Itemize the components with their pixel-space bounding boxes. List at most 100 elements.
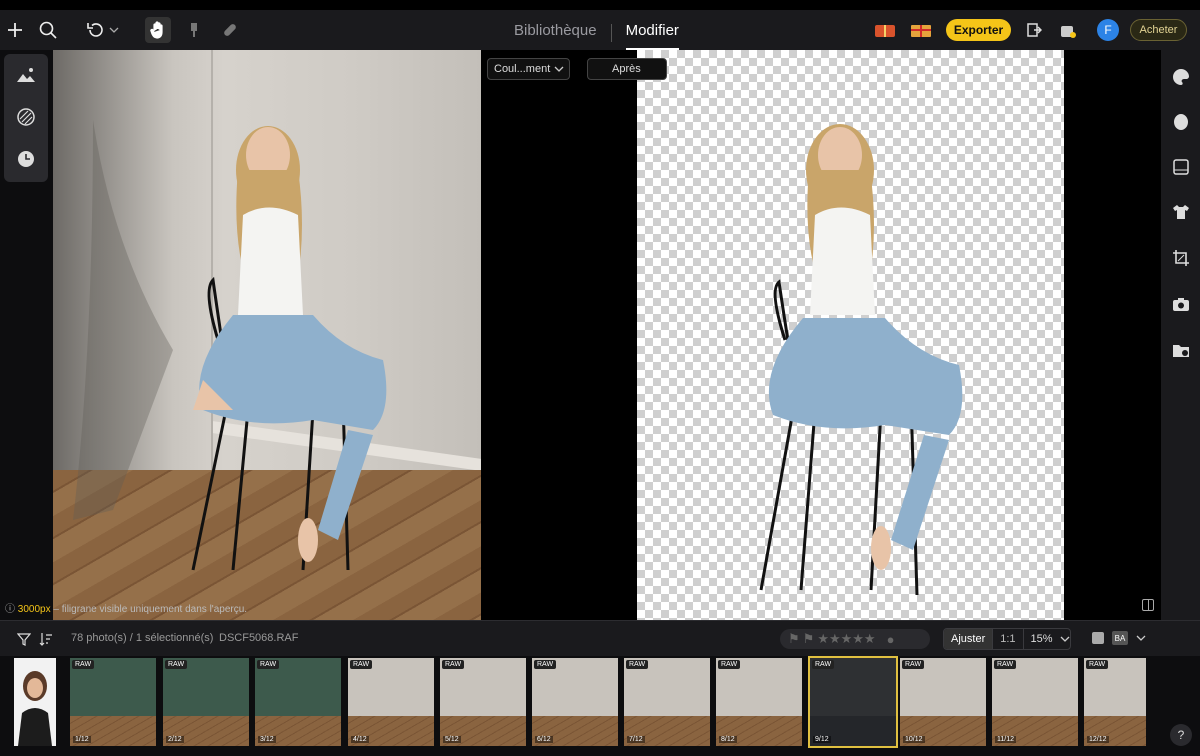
model-subject-cutout: [759, 124, 963, 596]
thumb-index: 1/12: [73, 736, 91, 743]
filmstrip-toolbar: 78 photo(s) / 1 sélectionné(s) DSCF5068.…: [0, 620, 1200, 656]
raw-badge: RAW: [72, 660, 95, 669]
thumb-index: 12/12: [1087, 736, 1109, 743]
plugin-icon[interactable]: [1055, 17, 1081, 43]
landscape-tool[interactable]: [4, 54, 48, 96]
tab-library[interactable]: Bibliothèque: [504, 20, 607, 44]
thumbnail[interactable]: RAW 5/12: [440, 658, 526, 746]
thumbnail[interactable]: RAW 12/12: [1084, 658, 1146, 746]
color-label-icon[interactable]: ●: [887, 632, 895, 647]
chevron-down-icon[interactable]: [1136, 635, 1146, 641]
crop-icon[interactable]: [1170, 247, 1192, 269]
brush-tool-icon[interactable]: [181, 17, 207, 43]
mode-tabs: Bibliothèque Modifier: [504, 20, 689, 50]
flag-icon[interactable]: ⚑: [788, 631, 800, 647]
present-icon[interactable]: [908, 17, 934, 43]
buy-button[interactable]: Acheter: [1130, 19, 1187, 41]
folder-eye-icon[interactable]: [1170, 339, 1192, 361]
share-icon[interactable]: [1021, 17, 1047, 43]
zoom-1-1-button[interactable]: 1:1: [992, 629, 1024, 649]
thumb-index: 6/12: [535, 736, 553, 743]
avatar[interactable]: F: [1097, 19, 1119, 41]
raw-badge: RAW: [718, 660, 741, 669]
info-icon: ⓘ: [5, 604, 15, 615]
raw-badge: RAW: [350, 660, 373, 669]
raw-badge: RAW: [812, 660, 835, 669]
image-canvas[interactable]: [53, 50, 1161, 620]
thumbnail[interactable]: RAW 10/12: [900, 658, 986, 746]
thumbnail[interactable]: RAW 8/12: [716, 658, 802, 746]
raw-badge: RAW: [442, 660, 465, 669]
model-subject: [73, 120, 387, 571]
view-mode-label: Coul...ment: [494, 63, 551, 75]
raw-badge: RAW: [626, 660, 649, 669]
filmstrip: RAW 1/12 RAW 2/12 RAW 3/12 RAW 4/12 RAW …: [0, 656, 1200, 756]
star-rating[interactable]: ★★★★★: [817, 631, 875, 647]
zoom-fit-button[interactable]: Ajuster: [944, 629, 993, 649]
export-button[interactable]: Exporter: [946, 19, 1011, 41]
help-button[interactable]: ?: [1170, 724, 1192, 746]
raw-badge: RAW: [534, 660, 557, 669]
filter-icon[interactable]: [17, 632, 31, 646]
thumbnail[interactable]: RAW 7/12: [624, 658, 710, 746]
raw-badge: RAW: [902, 660, 925, 669]
clock-icon: [18, 151, 34, 167]
export-resolution: 3000px: [17, 604, 51, 615]
thumbnail-selected[interactable]: RAW 9/12: [808, 656, 898, 748]
thumb-index: 10/12: [903, 736, 925, 743]
split-view-icon[interactable]: [1142, 599, 1154, 611]
thumbnail[interactable]: RAW 3/12: [255, 658, 341, 746]
texture-tool[interactable]: [4, 96, 48, 138]
chevron-down-icon: [554, 66, 564, 72]
view-mode-select[interactable]: Coul...ment: [487, 58, 570, 80]
before-after-view-button[interactable]: BA: [1112, 631, 1128, 645]
bandage-tool-icon[interactable]: [217, 17, 243, 43]
left-tool-panel: [4, 54, 48, 182]
thumbnail[interactable]: RAW 6/12: [532, 658, 618, 746]
raw-badge: RAW: [257, 660, 280, 669]
photo-count: 78 photo(s) / 1 sélectionné(s): [71, 632, 214, 644]
right-tool-panel: [1161, 50, 1200, 620]
rating-flags: ⚑ ⚑ ★★★★★ ●: [780, 629, 930, 649]
thumb-index: 11/12: [995, 736, 1016, 743]
face-icon[interactable]: [1170, 111, 1192, 133]
thumbnail[interactable]: RAW 2/12: [163, 658, 249, 746]
after-photo: [637, 50, 1064, 620]
thumbnail[interactable]: [14, 658, 56, 746]
zoom-percent-select[interactable]: 15%: [1024, 629, 1060, 649]
gift-icon[interactable]: [872, 17, 898, 43]
hand-tool-icon[interactable]: [145, 17, 171, 43]
thumbnail[interactable]: RAW 4/12: [348, 658, 434, 746]
single-view-icon[interactable]: [1092, 632, 1104, 644]
history-tool[interactable]: [4, 138, 48, 180]
shirt-icon[interactable]: [1170, 201, 1192, 223]
thumb-index: 3/12: [258, 736, 276, 743]
texture-icon: [17, 108, 35, 126]
search-icon[interactable]: [35, 17, 61, 43]
camera-icon[interactable]: [1170, 293, 1192, 315]
before-photo: [53, 50, 481, 620]
chevron-down-icon[interactable]: [1060, 636, 1070, 642]
thumbnail[interactable]: RAW 11/12: [992, 658, 1078, 746]
raw-badge: RAW: [994, 660, 1017, 669]
reject-flag-icon[interactable]: ⚑: [803, 631, 815, 647]
thumb-index: 8/12: [719, 736, 737, 743]
tab-edit[interactable]: Modifier: [616, 20, 689, 50]
watermark-note-text: – filigrane visible uniquement dans l'ap…: [50, 604, 248, 615]
raw-badge: RAW: [165, 660, 188, 669]
palette-icon[interactable]: [1170, 66, 1192, 88]
add-icon[interactable]: [2, 17, 28, 43]
thumb-index: 5/12: [443, 736, 461, 743]
tab-divider: [610, 24, 612, 42]
chevron-down-icon[interactable]: [106, 17, 122, 43]
undo-icon[interactable]: [82, 17, 108, 43]
thumbnail[interactable]: RAW 1/12: [70, 658, 156, 746]
thumb-index: 7/12: [627, 736, 645, 743]
thumb-index: 4/12: [351, 736, 369, 743]
top-toolbar: Bibliothèque Modifier Exporter F Acheter: [0, 0, 1200, 50]
thumb-index: 9/12: [813, 736, 831, 743]
sort-icon[interactable]: [39, 632, 53, 646]
thumb-index: 2/12: [166, 736, 184, 743]
after-label: Après: [587, 58, 667, 80]
gradient-icon[interactable]: [1170, 156, 1192, 178]
